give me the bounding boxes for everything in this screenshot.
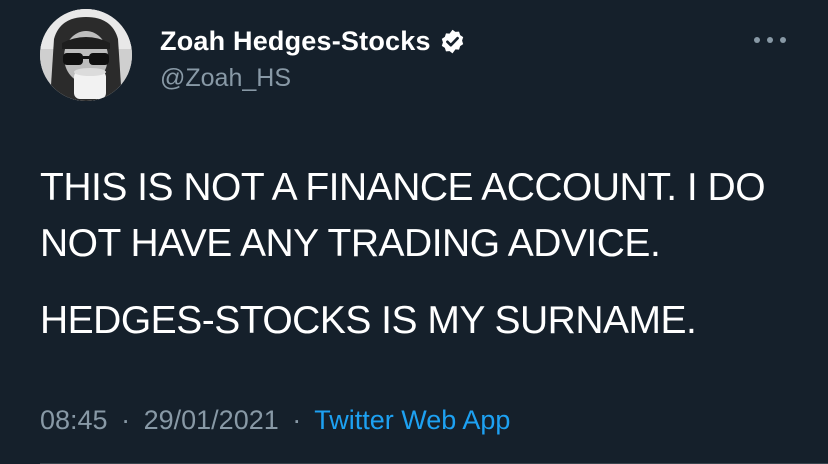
- more-dot: [767, 37, 773, 43]
- tweet-time[interactable]: 08:45: [40, 405, 108, 435]
- more-dot: [780, 37, 786, 43]
- verified-badge-icon: [441, 29, 463, 53]
- meta-separator: ·: [121, 405, 131, 435]
- avatar-photo: [40, 9, 132, 101]
- user-handle[interactable]: @Zoah_HS: [160, 62, 291, 94]
- tweet-text: THIS IS NOT A FINANCE ACCOUNT. I DO NOT …: [40, 160, 800, 370]
- meta-separator: ·: [292, 405, 302, 435]
- tweet-paragraph: THIS IS NOT A FINANCE ACCOUNT. I DO NOT …: [40, 166, 766, 265]
- display-name[interactable]: Zoah Hedges-Stocks: [160, 24, 466, 58]
- more-dot: [754, 37, 760, 43]
- more-options-icon[interactable]: [754, 30, 786, 50]
- tweet-card: Zoah Hedges-Stocks @Zoah_HS THIS IS NOT …: [0, 0, 828, 464]
- tweet-source-link[interactable]: Twitter Web App: [314, 405, 510, 435]
- tweet-date[interactable]: 29/01/2021: [144, 405, 279, 435]
- tweet-meta: 08:45 · 29/01/2021 · Twitter Web App: [40, 402, 510, 438]
- tweet-paragraph: HEDGES-STOCKS IS MY SURNAME.: [40, 299, 697, 342]
- avatar[interactable]: [40, 9, 132, 101]
- display-name-text: Zoah Hedges-Stocks: [160, 26, 431, 56]
